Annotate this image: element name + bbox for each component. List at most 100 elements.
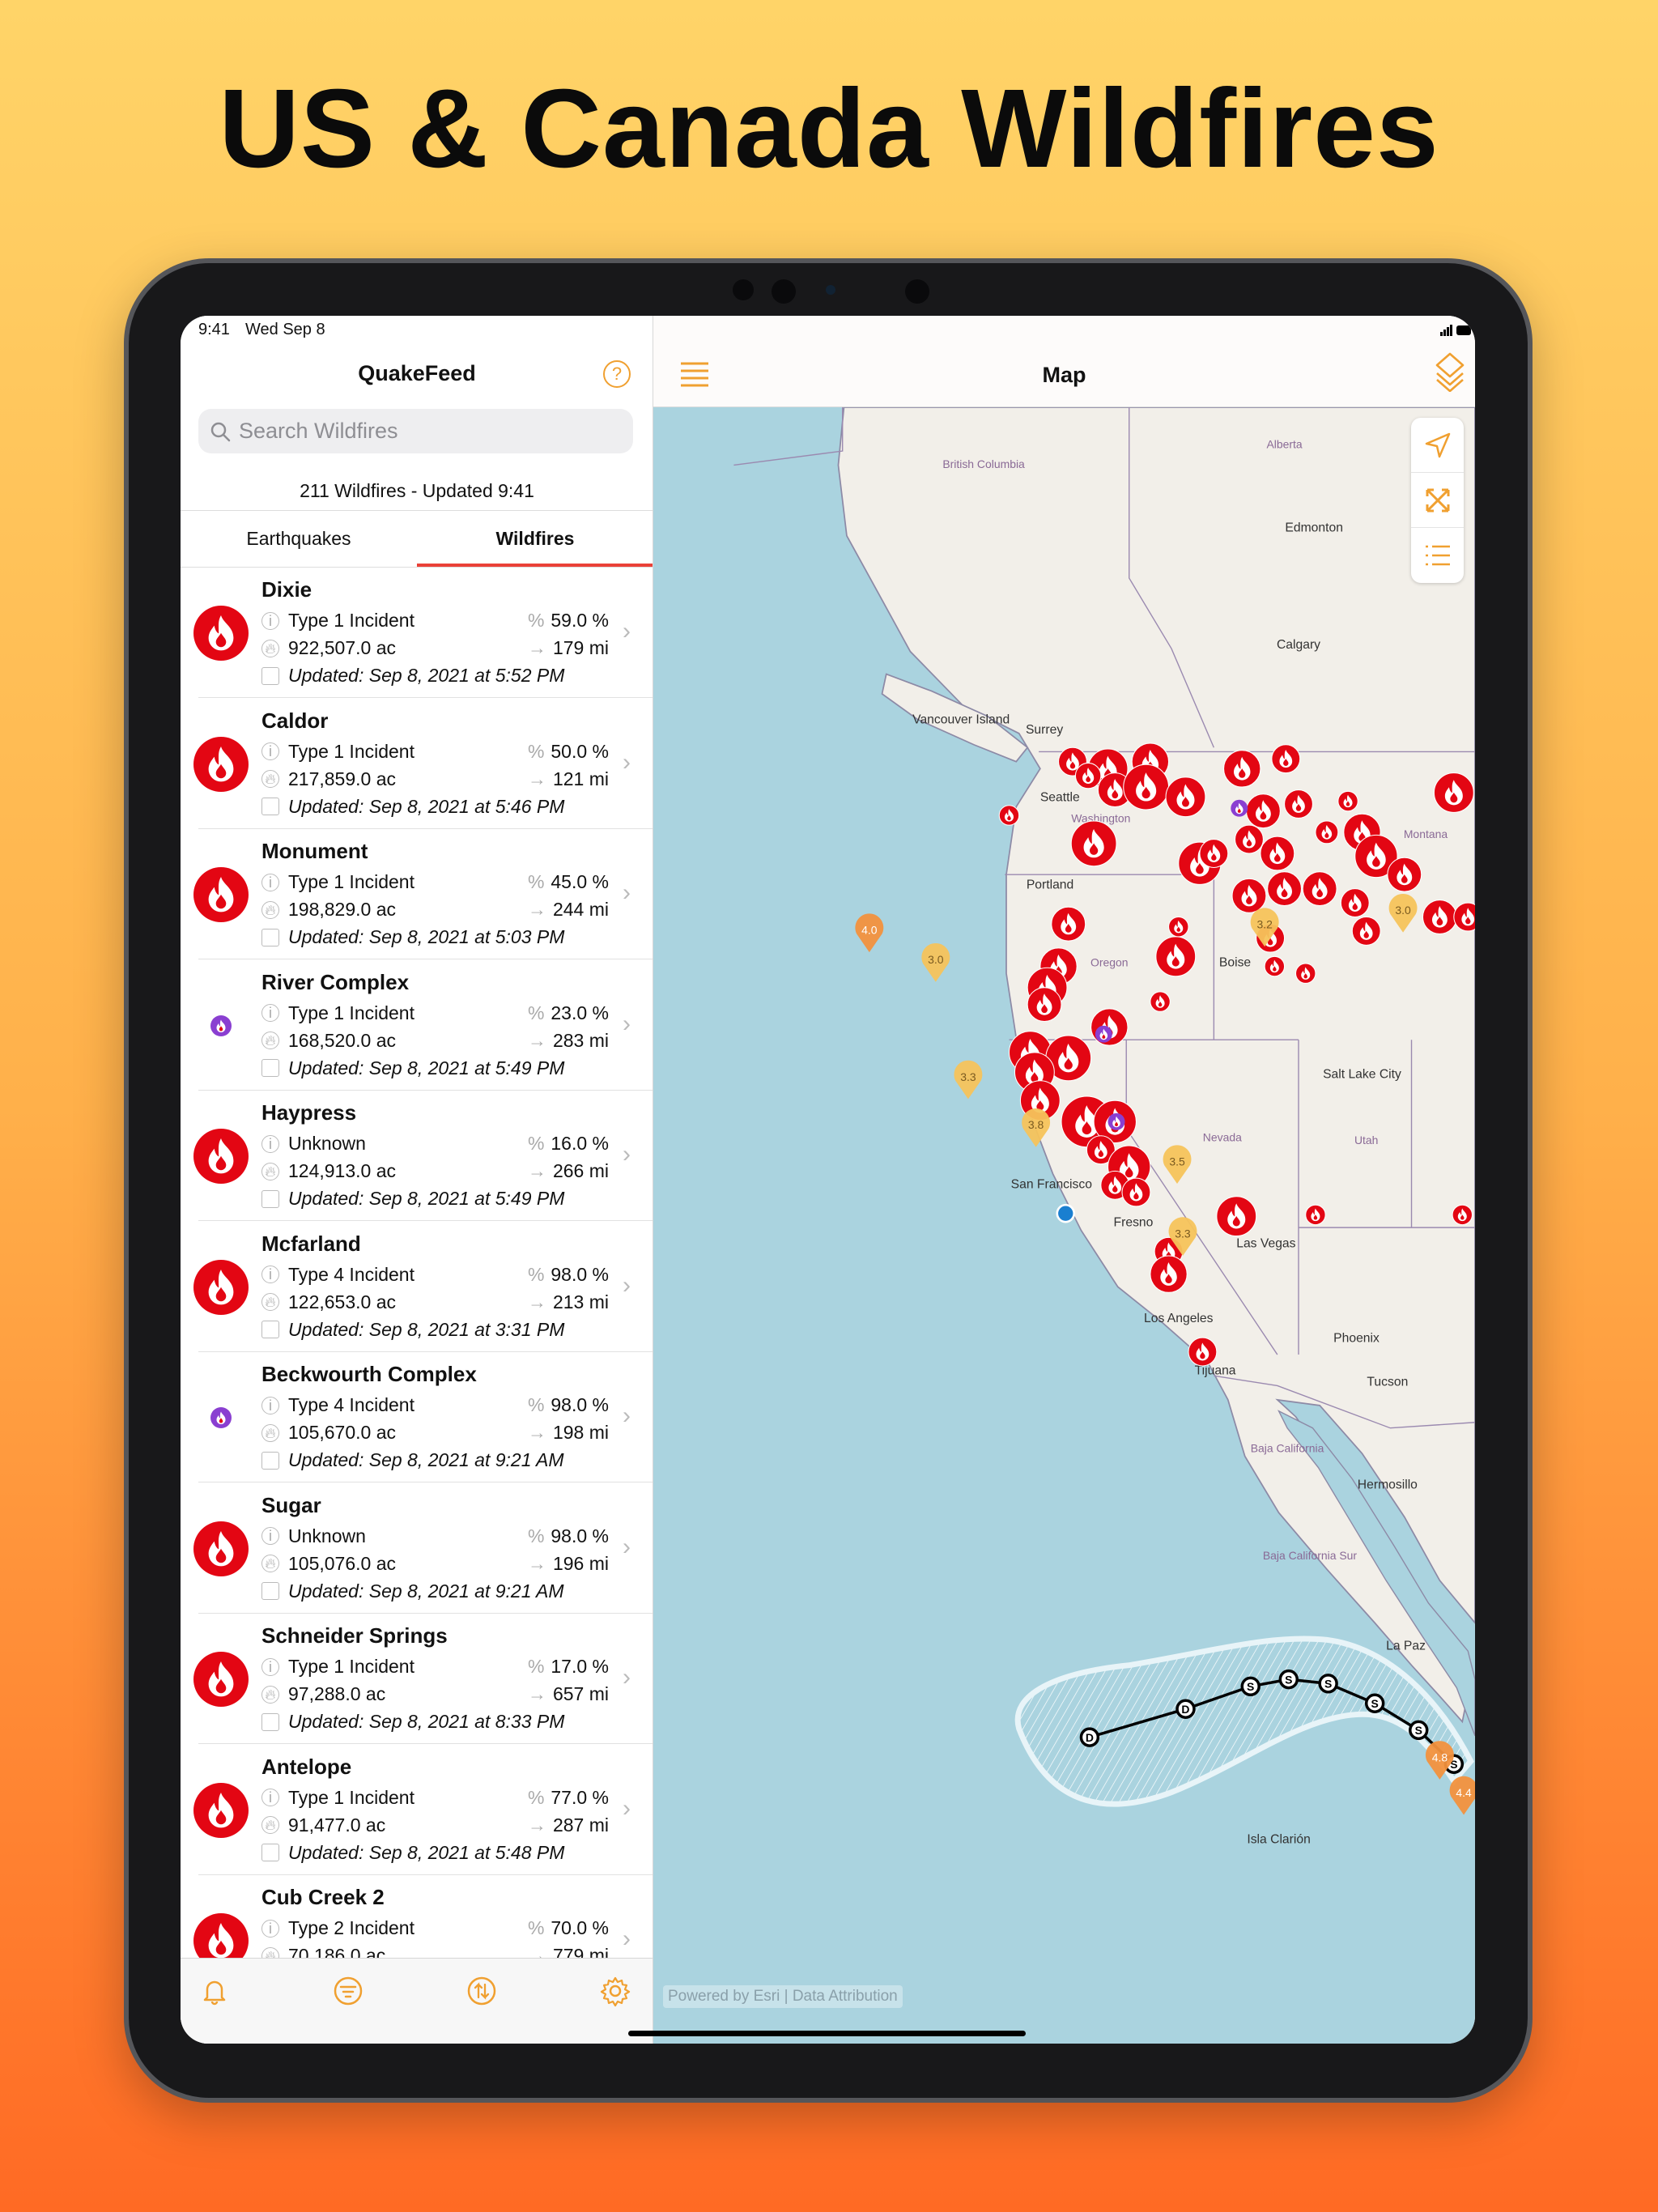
complex-fire-marker[interactable]	[1107, 1112, 1125, 1130]
list-item[interactable]: Schneider Springs i Type 1 Incident 🔥︎ 97,28…	[181, 1614, 653, 1744]
map-attribution[interactable]: Powered by Esri | Data Attribution	[663, 1985, 903, 2008]
map-view[interactable]: British Columbia Alberta Edmonton Calgary Va…	[653, 407, 1475, 2044]
list-item[interactable]: Mcfarland i Type 4 Incident 🔥︎ 122,653.0 ac U…	[181, 1222, 653, 1352]
camera-sensor	[905, 279, 929, 304]
fire-marker[interactable]	[1271, 744, 1301, 774]
map-label: Vancouver Island	[912, 713, 1010, 727]
fire-name: Haypress	[261, 1100, 357, 1125]
fire-marker[interactable]	[1305, 1204, 1326, 1226]
complex-fire-marker[interactable]	[1095, 1025, 1112, 1043]
fire-marker[interactable]	[1337, 790, 1358, 812]
bell-icon[interactable]	[198, 1975, 231, 2007]
distance: 283 mi	[552, 1029, 609, 1051]
fire-marker[interactable]	[1150, 991, 1171, 1012]
zoom-extent-button[interactable]	[1411, 473, 1464, 528]
fire-marker[interactable]	[1267, 871, 1303, 907]
gear-icon[interactable]	[599, 1975, 631, 2007]
fire-name: Schneider Springs	[261, 1623, 448, 1648]
map-label: British Columbia	[942, 457, 1025, 470]
question-circle-icon[interactable]: ?	[603, 360, 631, 388]
filter-icon[interactable]	[332, 1975, 364, 2007]
flame-outline-icon: 🔥︎	[261, 1555, 279, 1572]
fire-marker[interactable]	[1295, 963, 1316, 984]
fire-marker[interactable]	[1165, 776, 1206, 818]
search-input[interactable]: Search Wildfires	[198, 409, 633, 453]
fire-icon	[193, 606, 249, 661]
fire-marker[interactable]	[1223, 750, 1261, 788]
list-item[interactable]: Haypress i Unknown 🔥︎ 124,913.0 ac Updated: S…	[181, 1091, 653, 1221]
tab-earthquakes[interactable]: Earthquakes	[181, 528, 417, 550]
flame-outline-icon: 🔥︎	[261, 1032, 279, 1049]
fire-marker[interactable]	[1027, 987, 1062, 1023]
arrow-right-icon: →	[527, 899, 546, 920]
fire-marker[interactable]	[1387, 857, 1422, 892]
calendar-icon	[261, 666, 279, 685]
fire-icon	[193, 1521, 249, 1576]
list-item[interactable]: Caldor i Type 1 Incident 🔥︎ 217,859.0 ac Upda…	[181, 699, 653, 829]
fire-marker[interactable]	[1155, 936, 1197, 977]
sort-icon[interactable]	[466, 1975, 498, 2007]
fire-marker[interactable]	[1188, 1337, 1218, 1367]
fire-marker[interactable]	[1121, 1177, 1151, 1207]
complex-fire-marker[interactable]	[1231, 799, 1248, 817]
list-item[interactable]: Sugar i Unknown 🔥︎ 105,076.0 ac Updated: Sep …	[181, 1483, 653, 1614]
fire-marker[interactable]	[1150, 1255, 1188, 1293]
containment: 23.0 %	[551, 1002, 609, 1023]
fire-marker[interactable]	[1074, 762, 1102, 789]
fire-name: Mcfarland	[261, 1231, 361, 1256]
arrow-right-icon: →	[527, 1160, 546, 1181]
camera-lens	[826, 285, 835, 295]
flame-outline-icon: 🔥︎	[261, 1293, 279, 1311]
incident-type: Type 1 Incident	[288, 1786, 414, 1808]
fire-marker[interactable]	[1340, 888, 1370, 918]
search-placeholder: Search Wildfires	[239, 419, 398, 443]
tab-wildfires[interactable]: Wildfires	[417, 528, 653, 550]
containment: 45.0 %	[551, 871, 609, 892]
acres: 922,507.0 ac	[288, 637, 397, 658]
fire-marker[interactable]	[1284, 789, 1313, 819]
map-label: Fresno	[1114, 1215, 1154, 1229]
list-item[interactable]: Antelope i Type 1 Incident 🔥︎ 91,477.0 ac Upd…	[181, 1745, 653, 1875]
fire-marker[interactable]	[998, 805, 1020, 826]
info-icon: i	[261, 742, 279, 760]
acres: 97,288.0 ac	[288, 1683, 386, 1704]
list-item[interactable]: River Complex i Type 1 Incident 🔥︎ 168,520.0…	[181, 960, 653, 1091]
fire-marker[interactable]	[1231, 878, 1267, 913]
containment: 16.0 %	[551, 1133, 609, 1154]
incident-type: Type 1 Incident	[288, 1002, 414, 1023]
chevron-right-icon: ›	[623, 1271, 631, 1299]
fire-marker[interactable]	[1264, 955, 1286, 977]
list-item[interactable]: Beckwourth Complex i Type 4 Incident 🔥︎ 105,…	[181, 1352, 653, 1482]
locate-button[interactable]	[1411, 418, 1464, 473]
legend-button[interactable]	[1411, 528, 1464, 583]
fire-name: Cub Creek 2	[261, 1885, 385, 1909]
flame-outline-icon: 🔥︎	[261, 1423, 279, 1442]
containment: 98.0 %	[551, 1525, 609, 1546]
fire-marker[interactable]	[1260, 836, 1295, 871]
fire-marker[interactable]	[1433, 772, 1474, 813]
fire-marker[interactable]	[1216, 1196, 1257, 1237]
map-label: Las Vegas	[1236, 1237, 1295, 1251]
fire-marker[interactable]	[1051, 906, 1086, 942]
fire-marker[interactable]	[1422, 900, 1457, 934]
storm-point-label: D	[1181, 1703, 1189, 1716]
incident-type: Unknown	[288, 1525, 366, 1546]
location-arrow-icon	[1425, 432, 1450, 457]
list-item[interactable]: Monument i Type 1 Incident 🔥︎ 198,829.0 ac Up…	[181, 829, 653, 959]
fire-marker[interactable]	[1452, 1204, 1473, 1226]
fire-marker[interactable]	[1234, 824, 1264, 854]
incident-type: Type 1 Incident	[288, 1656, 414, 1677]
fire-marker[interactable]	[1315, 820, 1339, 844]
fire-marker[interactable]	[1351, 916, 1381, 946]
fire-marker[interactable]	[1168, 916, 1189, 938]
fire-marker[interactable]	[1302, 871, 1337, 907]
list-item[interactable]: Dixie i Type 1 Incident 🔥︎ 922,507.0 ac Updat…	[181, 568, 653, 698]
fire-marker[interactable]	[1245, 793, 1281, 829]
map-label: Salt Lake City	[1323, 1067, 1401, 1081]
fire-marker[interactable]	[1070, 820, 1117, 867]
fire-marker[interactable]	[1123, 764, 1170, 810]
fire-marker[interactable]	[1199, 839, 1229, 868]
map-label: Nevada	[1203, 1131, 1242, 1144]
layers-icon[interactable]	[1434, 351, 1466, 392]
info-icon: i	[261, 611, 279, 630]
